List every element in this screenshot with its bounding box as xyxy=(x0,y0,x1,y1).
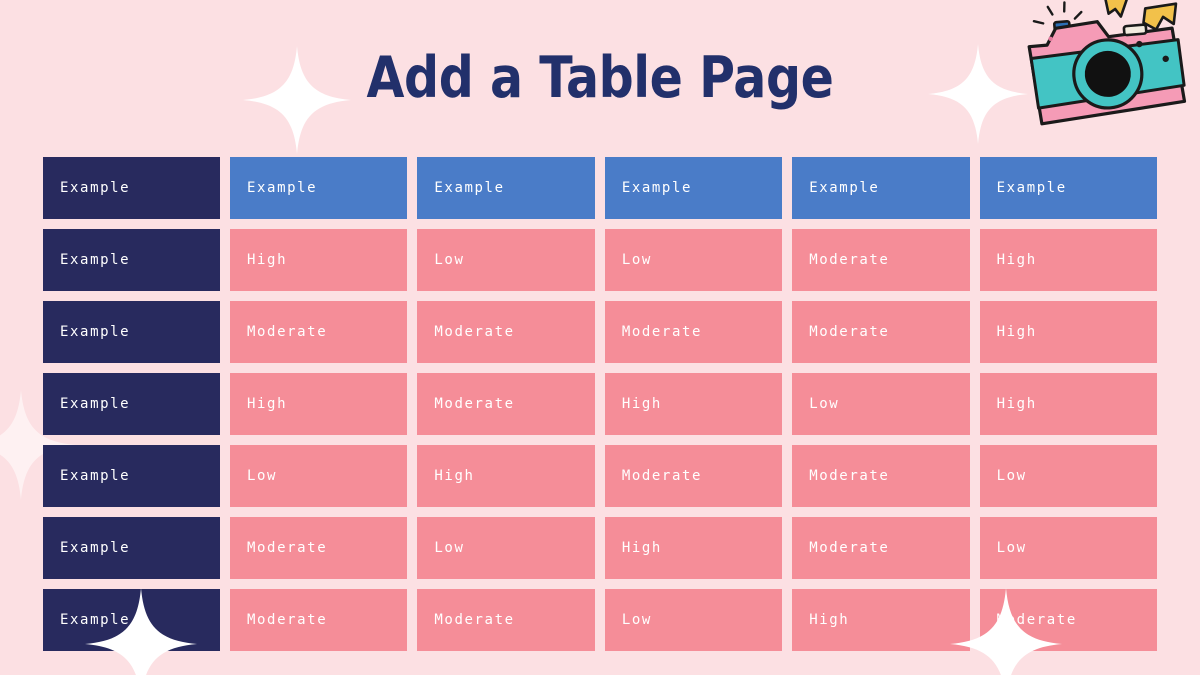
table-row-label[interactable]: Example xyxy=(43,445,220,507)
table-cell[interactable]: Low xyxy=(230,445,408,507)
table-cell[interactable]: Low xyxy=(979,517,1158,579)
table-cell[interactable]: Low xyxy=(604,589,783,651)
table-row-label[interactable]: Example xyxy=(43,517,220,579)
table-row: Example Moderate Low High Moderate Low xyxy=(43,517,1158,579)
table-cell[interactable]: Moderate xyxy=(604,445,783,507)
table-cell[interactable]: Moderate xyxy=(792,517,970,579)
table-header-row: Example Example Example Example Example … xyxy=(43,157,1158,219)
table-cell[interactable]: High xyxy=(792,589,970,651)
table-header-cell-0[interactable]: Example xyxy=(43,157,220,219)
table-cell[interactable]: Low xyxy=(979,445,1158,507)
table-row: Example Moderate Moderate Low High Moder… xyxy=(43,589,1158,651)
table-cell[interactable]: High xyxy=(230,373,408,435)
table-cell[interactable]: Moderate xyxy=(792,229,970,291)
table-cell[interactable]: High xyxy=(979,301,1158,363)
table-cell[interactable]: Moderate xyxy=(417,301,595,363)
table-header-cell-5[interactable]: Example xyxy=(979,157,1158,219)
slide-canvas: Add a Table Page Example Example Example… xyxy=(0,0,1200,675)
table-row-label[interactable]: Example xyxy=(43,301,220,363)
table-cell[interactable]: Moderate xyxy=(417,373,595,435)
table-row: Example High Moderate High Low High xyxy=(43,373,1158,435)
table-row-label[interactable]: Example xyxy=(43,589,220,651)
table-header-cell-4[interactable]: Example xyxy=(792,157,970,219)
table-cell[interactable]: High xyxy=(604,517,783,579)
table-cell[interactable]: Low xyxy=(417,229,595,291)
table-cell[interactable]: Low xyxy=(604,229,783,291)
page-title: Add a Table Page xyxy=(366,45,834,111)
data-table: Example Example Example Example Example … xyxy=(43,157,1158,651)
table-header-cell-1[interactable]: Example xyxy=(230,157,408,219)
table-row: Example Low High Moderate Moderate Low xyxy=(43,445,1158,507)
table-cell[interactable]: Low xyxy=(417,517,595,579)
table-cell[interactable]: Moderate xyxy=(230,589,408,651)
table-cell[interactable]: Moderate xyxy=(792,445,970,507)
table-cell[interactable]: High xyxy=(979,373,1158,435)
table-cell[interactable]: Low xyxy=(792,373,970,435)
table-row: Example Moderate Moderate Moderate Moder… xyxy=(43,301,1158,363)
table-cell[interactable]: Moderate xyxy=(792,301,970,363)
table-cell[interactable]: Moderate xyxy=(230,517,408,579)
table-cell[interactable]: High xyxy=(604,373,783,435)
table-cell[interactable]: Moderate xyxy=(417,589,595,651)
table-header-cell-3[interactable]: Example xyxy=(604,157,783,219)
table-cell[interactable]: Moderate xyxy=(230,301,408,363)
table-cell[interactable]: High xyxy=(979,229,1158,291)
table-cell[interactable]: Moderate xyxy=(979,589,1158,651)
table-row-label[interactable]: Example xyxy=(43,373,220,435)
table-row: Example High Low Low Moderate High xyxy=(43,229,1158,291)
table-header-cell-2[interactable]: Example xyxy=(417,157,595,219)
table-row-label[interactable]: Example xyxy=(43,229,220,291)
table-cell[interactable]: High xyxy=(230,229,408,291)
table-cell[interactable]: Moderate xyxy=(604,301,783,363)
table-cell[interactable]: High xyxy=(417,445,595,507)
